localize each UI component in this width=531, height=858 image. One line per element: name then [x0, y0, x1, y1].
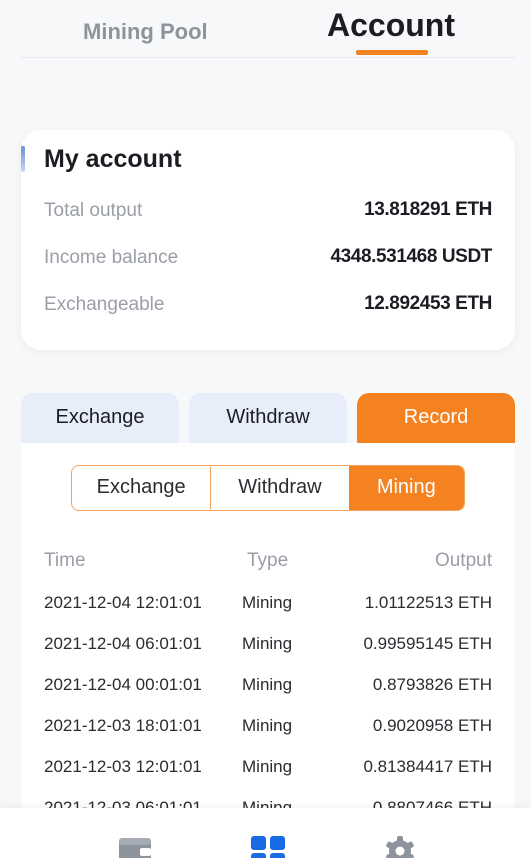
grid-icon	[251, 836, 285, 858]
table-row: 2021-12-03 18:01:01 Mining 0.9020958 ETH	[44, 716, 492, 757]
title-accent-bar	[21, 146, 25, 172]
header-time: Time	[44, 550, 86, 571]
exchangeable-label: Exchangeable	[44, 294, 165, 315]
table-row: 2021-12-04 00:01:01 Mining 0.8793826 ETH	[44, 675, 492, 716]
row-output: 1.01122513 ETH	[364, 593, 492, 612]
tab-account[interactable]: Account	[327, 7, 455, 44]
income-balance-row: Income balance 4348.531468 USDT	[44, 243, 492, 273]
income-balance-label: Income balance	[44, 247, 179, 268]
app-screen: Mining Pool Account My account Total out…	[0, 0, 531, 858]
row-type: Mining	[242, 757, 293, 776]
header-type: Type	[247, 550, 289, 571]
nav-dashboard[interactable]	[248, 834, 288, 858]
card-title: My account	[44, 145, 182, 173]
tab-withdraw[interactable]: Withdraw	[189, 393, 347, 443]
row-output: 0.8793826 ETH	[372, 675, 492, 694]
row-time: 2021-12-03 18:01:01	[44, 716, 202, 735]
row-time: 2021-12-03 12:01:01	[44, 757, 202, 776]
row-time: 2021-12-04 06:01:01	[44, 634, 202, 653]
record-panel: Exchange Withdraw Mining Time Type Outpu…	[21, 443, 515, 823]
row-output: 0.81384417 ETH	[363, 757, 492, 776]
total-output-row: Total output 13.818291 ETH	[44, 196, 492, 226]
bottom-nav	[0, 808, 531, 858]
segment-exchange[interactable]: Exchange	[72, 466, 212, 510]
row-type: Mining	[242, 634, 293, 653]
gear-icon	[386, 836, 414, 858]
exchangeable-value: 12.892453 ETH	[364, 293, 492, 314]
total-output-label: Total output	[44, 200, 143, 221]
row-output: 0.99595145 ETH	[363, 634, 492, 653]
wallet-icon	[119, 838, 151, 858]
row-output: 0.9020958 ETH	[372, 716, 492, 735]
row-type: Mining	[242, 716, 293, 735]
top-tabs: Mining Pool Account	[21, 0, 515, 58]
segment-mining[interactable]: Mining	[348, 466, 464, 510]
record-table-header: Time Type Output	[44, 550, 492, 574]
record-list: 2021-12-04 12:01:01 Mining 1.01122513 ET…	[44, 593, 492, 839]
nav-wallet[interactable]	[115, 834, 155, 858]
active-tab-indicator	[356, 50, 428, 55]
row-type: Mining	[242, 593, 293, 612]
exchangeable-row: Exchangeable 12.892453 ETH	[44, 290, 492, 320]
row-time: 2021-12-04 12:01:01	[44, 593, 202, 612]
my-account-card: My account Total output 13.818291 ETH In…	[21, 130, 515, 350]
tab-exchange[interactable]: Exchange	[21, 393, 179, 443]
table-row: 2021-12-04 06:01:01 Mining 0.99595145 ET…	[44, 634, 492, 675]
total-output-value: 13.818291 ETH	[364, 199, 492, 220]
table-row: 2021-12-03 12:01:01 Mining 0.81384417 ET…	[44, 757, 492, 798]
row-time: 2021-12-04 00:01:01	[44, 675, 202, 694]
table-row: 2021-12-04 12:01:01 Mining 1.01122513 ET…	[44, 593, 492, 634]
nav-settings[interactable]	[380, 834, 420, 858]
segment-withdraw[interactable]: Withdraw	[211, 466, 348, 510]
header-output: Output	[434, 550, 492, 571]
tab-record[interactable]: Record	[357, 393, 515, 443]
tab-mining-pool[interactable]: Mining Pool	[83, 19, 208, 45]
income-balance-value: 4348.531468 USDT	[330, 246, 492, 267]
row-type: Mining	[242, 675, 293, 694]
record-type-switch: Exchange Withdraw Mining	[71, 465, 465, 511]
